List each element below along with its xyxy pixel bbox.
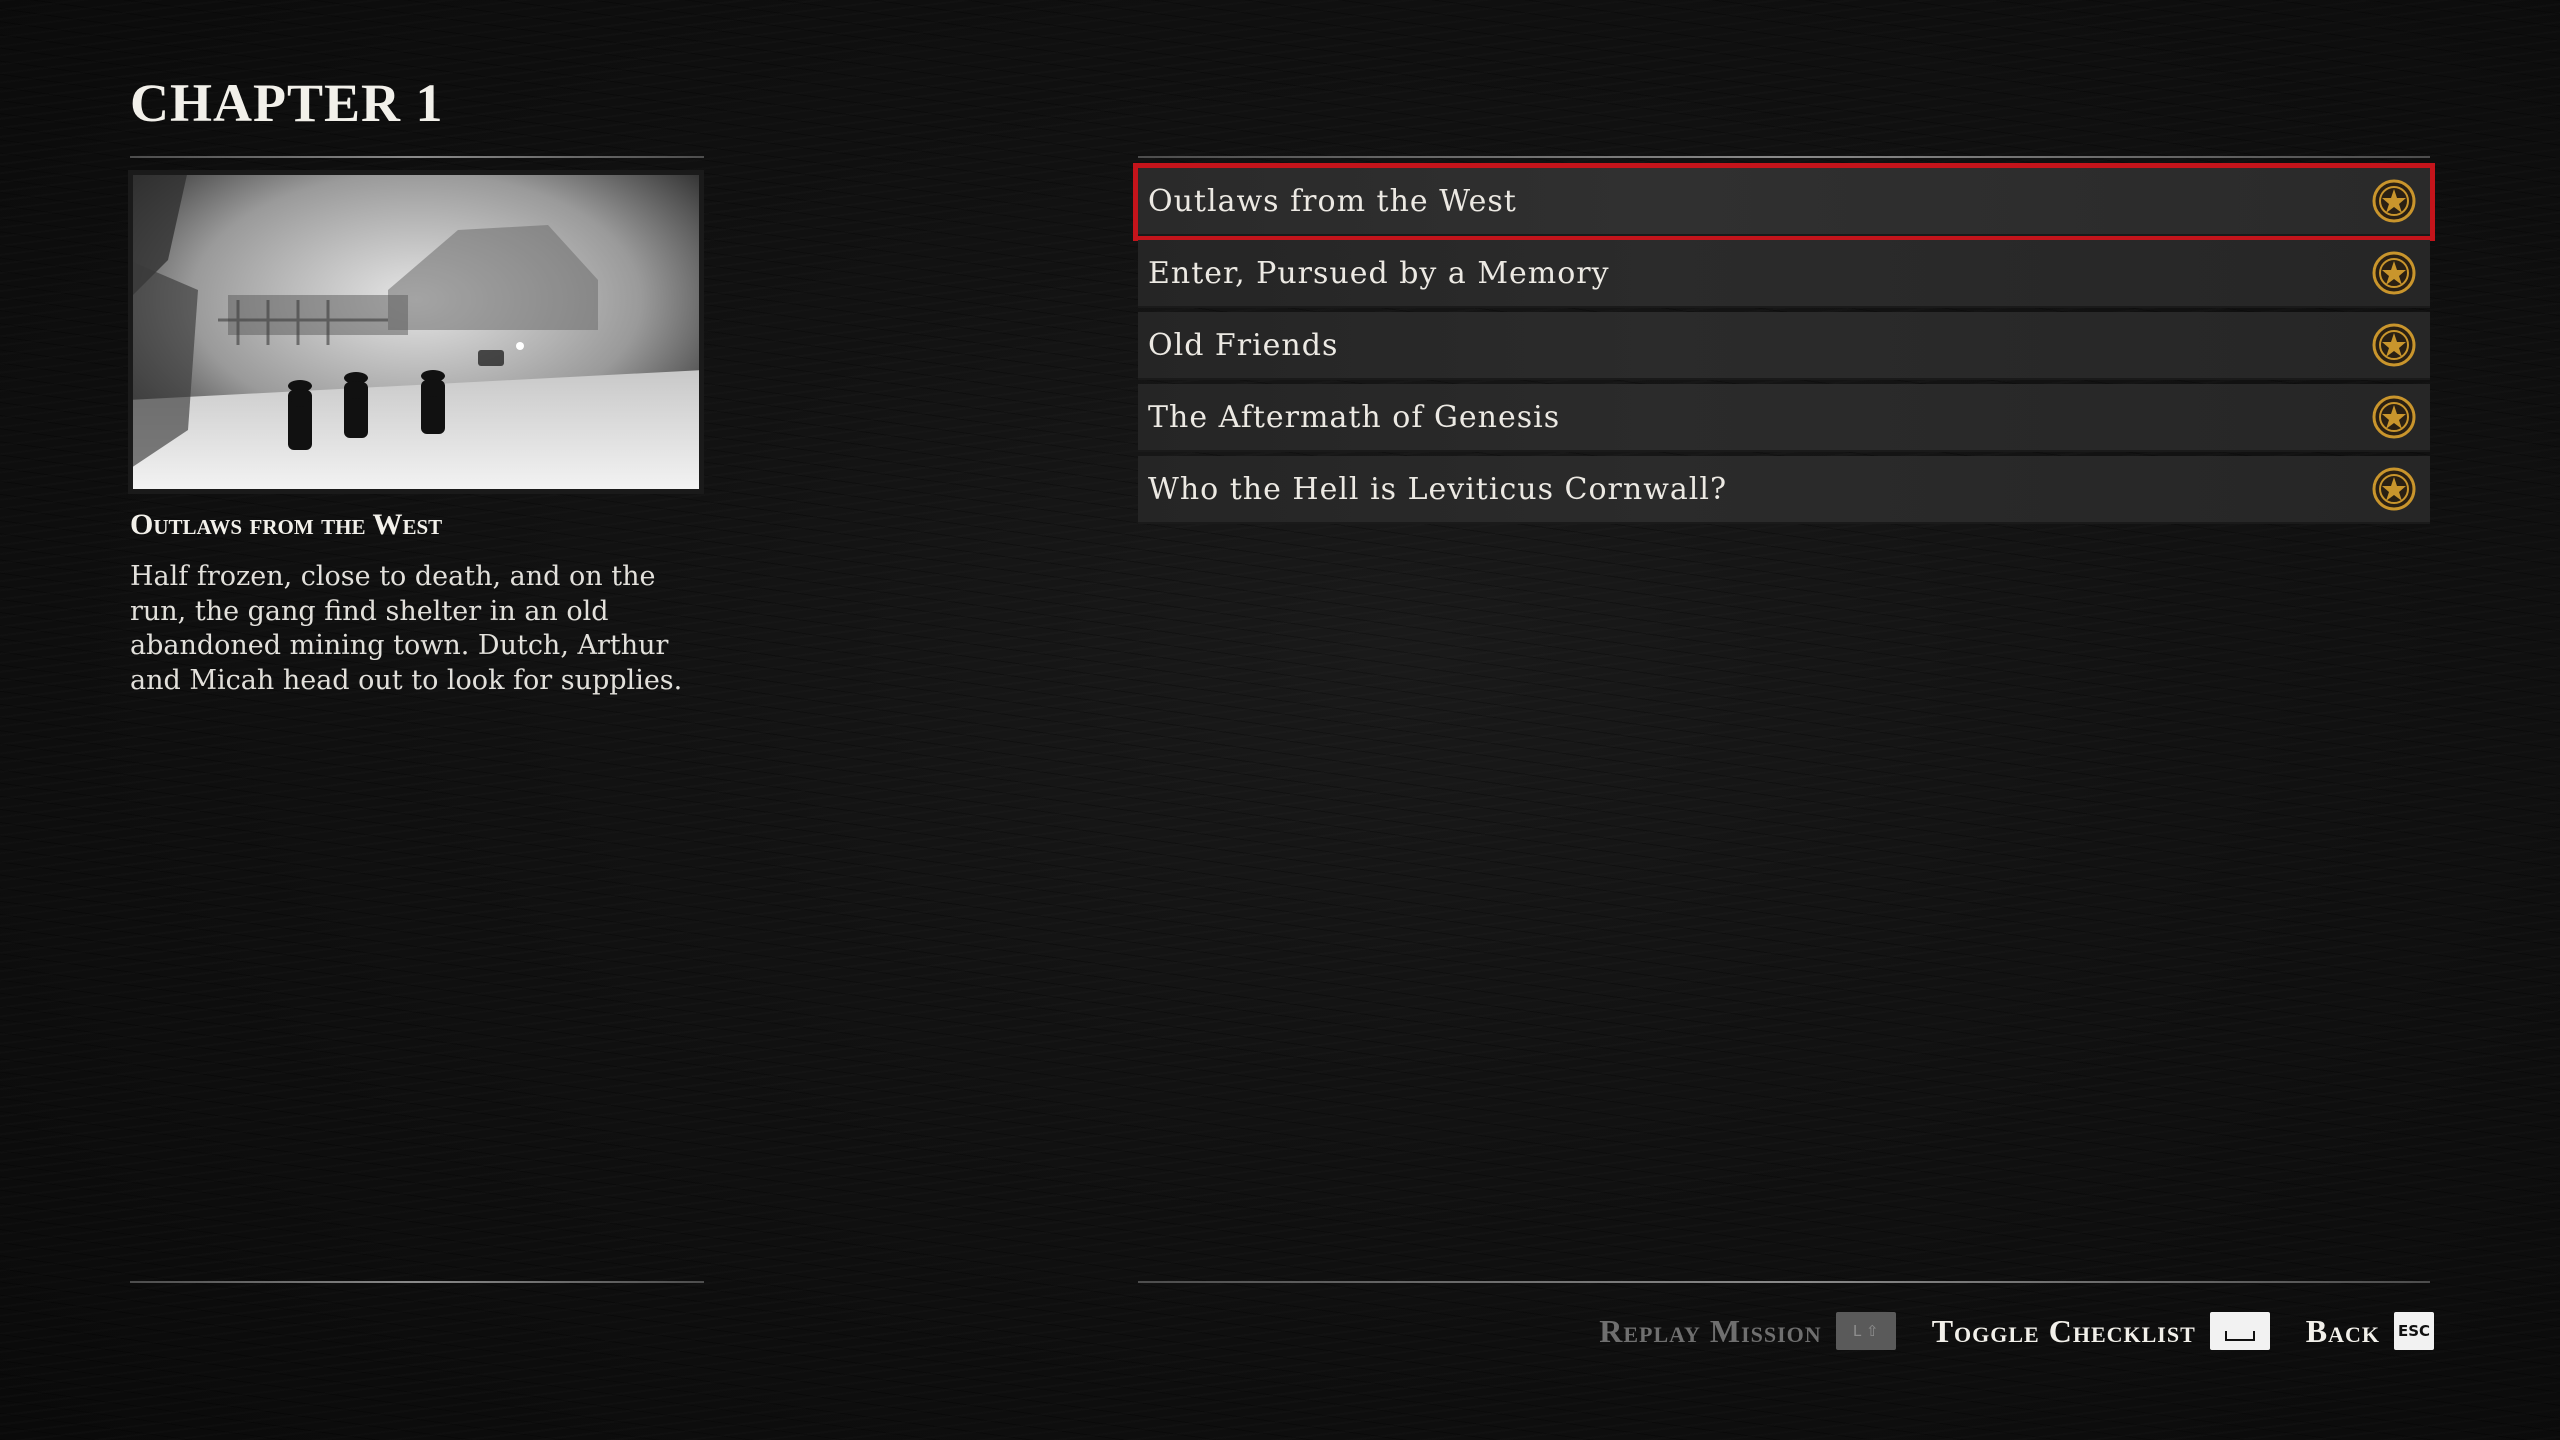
back-label: Back <box>2305 1312 2380 1349</box>
replay-mission-button[interactable]: Replay Mission L ⇧ <box>1599 1312 1896 1350</box>
mission-preview-image <box>128 170 704 494</box>
selected-mission-description: Half frozen, close to death, and on the … <box>130 561 683 696</box>
button-prompt-bar: Replay Mission L ⇧ Toggle Checklist Back… <box>1563 1312 2434 1350</box>
chapter-title: CHAPTER 1 <box>130 73 444 133</box>
mission-row-enter-pursued-by-a-memory[interactable]: Enter, Pursued by a Memory <box>1138 240 2430 308</box>
selected-mission-title: Outlaws from the West <box>130 508 443 541</box>
gold-medal-icon <box>2372 323 2416 367</box>
right-divider-top <box>1138 156 2430 158</box>
replay-mission-label: Replay Mission <box>1599 1312 1822 1349</box>
mission-row-who-the-hell-is-leviticus-cornwall[interactable]: Who the Hell is Leviticus Cornwall? <box>1138 456 2430 524</box>
gold-medal-icon <box>2372 467 2416 511</box>
gold-medal-icon <box>2372 179 2416 223</box>
gold-medal-icon <box>2372 395 2416 439</box>
back-button[interactable]: Back ESC <box>2306 1312 2434 1350</box>
space-key-icon <box>2209 1312 2270 1350</box>
shift-key-icon: L ⇧ <box>1835 1312 1896 1350</box>
gold-medal-icon <box>2372 251 2416 295</box>
mission-label: The Aftermath of Genesis <box>1148 399 1561 435</box>
toggle-checklist-label: Toggle Checklist <box>1931 1312 2196 1349</box>
mission-label: Outlaws from the West <box>1148 183 1517 219</box>
mission-label: Enter, Pursued by a Memory <box>1148 255 1610 291</box>
right-divider-bottom <box>1138 1281 2430 1283</box>
mission-label: Who the Hell is Leviticus Cornwall? <box>1148 471 1728 507</box>
left-divider-bottom <box>130 1281 704 1283</box>
toggle-checklist-button[interactable]: Toggle Checklist <box>1932 1312 2270 1350</box>
mission-list: Outlaws from the West Enter, Pursued by … <box>1133 163 2435 528</box>
mission-label: Old Friends <box>1148 327 1339 363</box>
left-divider-top <box>130 156 704 158</box>
mission-row-the-aftermath-of-genesis[interactable]: The Aftermath of Genesis <box>1138 384 2430 452</box>
esc-key-icon: ESC <box>2394 1312 2434 1350</box>
mission-row-old-friends[interactable]: Old Friends <box>1138 312 2430 380</box>
mission-row-outlaws-from-the-west[interactable]: Outlaws from the West <box>1133 163 2435 241</box>
